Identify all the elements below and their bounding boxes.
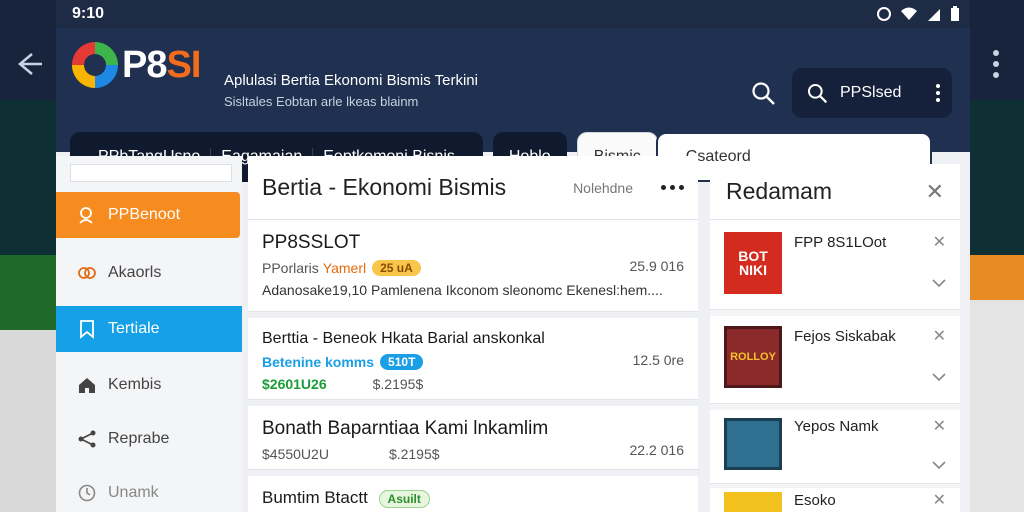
sidebar-item-label: PPBenoot [108, 206, 181, 223]
recommendation-title: Redamam [726, 178, 833, 204]
news-card-price: $2601U26 [262, 376, 327, 392]
recommendation-item[interactable]: Yepos Namk ✕ [710, 410, 960, 484]
sidebar-item-tertiale[interactable]: Tertiale [56, 306, 242, 352]
app-bar: P8SI Aplulasi Bertia Ekonomi Bismis Terk… [56, 28, 970, 182]
news-card-price-secondary: $.2195$ [388, 446, 440, 462]
news-card-time: 22.2 016 [629, 442, 685, 458]
news-card-title: Berttia - Beneok Hkata Barial anskonkal [262, 330, 545, 347]
news-card-price-secondary: $.2195$ [372, 376, 424, 392]
recommendation-item[interactable]: ROLLOY Fejos Siskabak ✕ [710, 316, 960, 404]
sidebar-item-label: Kembis [108, 376, 162, 393]
news-card[interactable]: Bonath Baparntiaa Kami lnkamlim 22.2 016… [248, 406, 698, 470]
sidebar-search-input[interactable] [70, 164, 232, 182]
thumbnail-image: BOT NIKI [724, 232, 782, 294]
thumbnail-image [724, 418, 782, 470]
app-title: Aplulasi Bertia Ekonomi Bismis Terkini [224, 72, 478, 89]
app-logo[interactable]: P8SI [72, 42, 201, 88]
logo-text-a: P8 [122, 43, 167, 86]
thumbnail-image [724, 492, 782, 512]
sidebar-item-label: Tertiale [108, 320, 160, 337]
chevron-down-icon[interactable] [932, 370, 946, 384]
sidebar-item-akaorls[interactable]: Akaorls [56, 250, 242, 296]
news-card-title: Bumtim Btactt [262, 488, 368, 507]
news-list: Bertia - Ekonomi Bismis Nolehdne PP8SSLO… [248, 156, 698, 512]
news-card-title: Bonath Baparntiaa Kami lnkamlim [262, 418, 549, 439]
sidebar-item-ppbenoot[interactable]: PPBenoot [56, 192, 240, 238]
phone-frame: 9:10 P8SI Aplulasi Bertia Ekonomi Bismis… [56, 0, 970, 512]
recommendation-name: Yepos Namk [794, 418, 879, 435]
news-card-badge: 510T [380, 354, 424, 370]
news-card[interactable]: Berttia - Beneok Hkata Barial anskonkal … [248, 318, 698, 400]
sidebar-item-reprabe[interactable]: Reprabe [56, 416, 242, 462]
logo-text-b: SI [166, 43, 201, 86]
search-button[interactable]: PPSlsed [792, 68, 952, 118]
news-card-sub: PPorlaris [262, 260, 319, 276]
news-card[interactable]: PP8SSLOT PPorlaris Yamerl 25 uA 25.9 016… [248, 220, 698, 312]
sidebar-item-unamk[interactable]: Unamk [56, 470, 242, 512]
sidebar-item-label: Unamk [108, 484, 159, 501]
sidebar-item-label: Akaorls [108, 264, 162, 281]
close-icon[interactable]: ✕ [933, 416, 946, 436]
close-icon[interactable]: ✕ [933, 326, 946, 346]
news-card-sub-accent: Yamerl [322, 260, 367, 276]
status-bar: 9:10 [56, 0, 970, 28]
news-card-badge: 25 uA [372, 260, 421, 276]
share-icon [76, 428, 98, 450]
close-icon[interactable]: ✕ [926, 179, 944, 205]
news-card-time: 12.5 0re [632, 352, 684, 368]
search-label: PPSlsed [840, 84, 902, 101]
more-horizontal-icon[interactable] [661, 185, 684, 190]
app-subtitle: Sisltales Eobtan arle lkeas blainm [224, 94, 419, 109]
signal-icon [877, 7, 891, 21]
news-card-time: 25.9 016 [629, 258, 685, 274]
more-vertical-icon[interactable] [990, 50, 1002, 86]
close-icon[interactable]: ✕ [933, 232, 946, 252]
thumbnail-image: ROLLOY [724, 326, 782, 388]
link-icon [76, 262, 98, 284]
recommendation-name: Fejos Siskabak [794, 328, 896, 345]
news-card-body: Adanosake19,10 Pamlenena Ikconom sleonom… [262, 282, 663, 298]
back-arrow-icon[interactable] [12, 48, 46, 82]
close-icon[interactable]: ✕ [933, 490, 946, 510]
recommendation-header: Redamam ✕ [710, 164, 960, 220]
news-list-title: Bertia - Ekonomi Bismis [262, 174, 507, 200]
sidebar: PPBenoot Akaorls Tertiale Kembis Reprabe [56, 156, 242, 512]
search-icon [807, 83, 828, 104]
news-list-header: Bertia - Ekonomi Bismis Nolehdne [248, 156, 698, 220]
chevron-down-icon[interactable] [932, 276, 946, 290]
logo-mark-icon [72, 42, 118, 88]
clock-icon [76, 482, 98, 504]
person-search-icon [76, 204, 98, 226]
news-card-title: PP8SSLOT [262, 232, 361, 253]
news-list-note: Nolehdne [573, 179, 633, 196]
news-card-price: $4550U2U [262, 446, 329, 462]
backdrop-right-white [968, 300, 1024, 512]
recommendation-panel: Redamam ✕ BOT NIKI FPP 8S1LOot ✕ ROLLOY … [710, 164, 960, 512]
bookmark-icon [76, 318, 98, 340]
recommendation-item[interactable]: BOT NIKI FPP 8S1LOot ✕ [710, 220, 960, 310]
recommendation-name: FPP 8S1LOot [794, 234, 887, 251]
backdrop-white [0, 330, 60, 512]
news-card-badge: Asuilt [378, 490, 430, 508]
wifi-icon [901, 7, 917, 20]
chevron-down-icon[interactable] [932, 458, 946, 472]
search-icon[interactable] [750, 80, 776, 106]
recommendation-name: Esoko [794, 492, 836, 509]
backdrop-green [0, 255, 60, 340]
home-icon [76, 374, 98, 396]
recommendation-item[interactable]: Esoko ✕ [710, 488, 960, 512]
cell-signal-icon [928, 9, 940, 21]
more-vertical-icon[interactable] [936, 84, 942, 105]
backdrop-orange [968, 255, 1024, 303]
status-time: 9:10 [72, 5, 105, 22]
battery-icon [951, 6, 959, 21]
news-card[interactable]: Bumtim Btactt Asuilt [248, 476, 698, 512]
sidebar-item-kembis[interactable]: Kembis [56, 362, 242, 408]
sidebar-item-label: Reprabe [108, 430, 170, 447]
news-card-sub-accent: Betenine komms [262, 354, 375, 370]
